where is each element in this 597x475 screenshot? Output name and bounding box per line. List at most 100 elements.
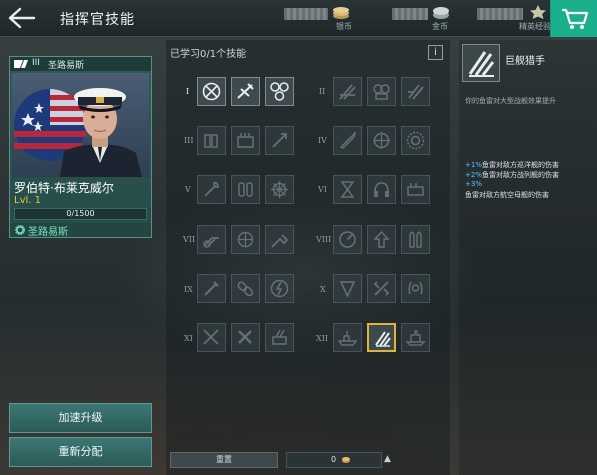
skill-tier12-a[interactable] xyxy=(333,323,362,352)
page-title: 指挥官技能 xyxy=(60,12,135,28)
silver-coin-icon xyxy=(333,7,349,19)
skill-tier4-c[interactable] xyxy=(401,126,430,155)
elite-xp-star-icon xyxy=(530,5,546,19)
skill-tier1-anti-air[interactable] xyxy=(197,77,226,106)
skill-tier11-c[interactable] xyxy=(265,323,294,352)
skill-tier2-aa-mount[interactable] xyxy=(367,77,396,106)
commander-nation: 圣路易斯 xyxy=(48,61,85,71)
skill-tier4-b[interactable] xyxy=(367,126,396,155)
silver-currency: 银币 xyxy=(282,2,352,35)
skill-tier12-giant-hunter[interactable] xyxy=(367,323,396,352)
tier-label-2: II xyxy=(319,87,326,96)
skill-tier3-c[interactable] xyxy=(265,126,294,155)
bonus-line-2: +2%鱼雷对敌方战列舰的伤害 xyxy=(465,170,559,180)
skill-tier9-c[interactable] xyxy=(265,274,294,303)
torpedo-volley-icon xyxy=(375,331,391,347)
skill-tier3-b[interactable] xyxy=(231,126,260,155)
anti-air-icon xyxy=(202,82,221,101)
skill-tier2-guns[interactable] xyxy=(333,77,362,106)
learned-skills-count: 已学习0/1个技能 xyxy=(170,49,247,60)
crosshair-icon xyxy=(373,132,390,149)
gold-coin-icon xyxy=(433,7,449,19)
skill-tier10-c[interactable] xyxy=(401,274,430,303)
reset-button[interactable]: 重置 xyxy=(170,452,278,468)
skill-tier6-a[interactable] xyxy=(333,175,362,204)
gold-label: 金币 xyxy=(432,22,448,31)
missiles-icon xyxy=(408,84,424,100)
rocket-icon xyxy=(272,133,287,148)
xp-text: 0/1500 xyxy=(66,209,95,218)
bonus-text-2: 鱼雷对敌方战列舰的伤害 xyxy=(481,171,559,179)
bonus-value-2: +2% xyxy=(465,171,482,179)
xp-progress-bar: 0/1500 xyxy=(14,208,147,220)
skill-tier1-aircraft[interactable] xyxy=(231,77,260,106)
battleship-icon xyxy=(405,330,426,346)
shop-cart-button[interactable] xyxy=(550,0,597,37)
commander-name: 罗伯特·布莱克威尔 xyxy=(14,181,114,195)
skill-tier3-a[interactable] xyxy=(197,126,226,155)
tier-label-3: III xyxy=(184,136,194,145)
chain-icon xyxy=(237,281,254,297)
skill-tier9-b[interactable] xyxy=(231,274,260,303)
skill-tier10-a[interactable] xyxy=(333,274,362,303)
selected-skill-icon-frame xyxy=(462,44,500,82)
crossed-torpedoes-icon xyxy=(238,330,252,344)
skill-tier5-a[interactable] xyxy=(197,175,226,204)
bonus-line-4: 鱼雷对敌方航空母舰的伤害 xyxy=(465,190,549,200)
skill-tier7-b[interactable] xyxy=(231,225,260,254)
skill-tier9-a[interactable] xyxy=(197,274,226,303)
ship-silhouette-icon xyxy=(337,331,358,346)
up-arrow-ship-icon xyxy=(373,230,390,248)
aa-mount-icon xyxy=(373,84,390,100)
commander-card-header: III 圣路易斯 xyxy=(10,57,151,71)
elite-xp-label: 精英经验 xyxy=(519,22,551,31)
bonus-line-1: +1%鱼雷对敌方巡洋舰的伤害 xyxy=(465,160,559,170)
chevron-up-icon[interactable]: ▲ xyxy=(384,454,391,464)
skill-tier8-a[interactable] xyxy=(333,225,362,254)
info-button[interactable]: i xyxy=(428,45,443,60)
gear-icon xyxy=(15,225,25,235)
skill-tier7-c[interactable] xyxy=(265,225,294,254)
skill-tier2-missiles[interactable] xyxy=(401,77,430,106)
tier-label-4: IV xyxy=(318,136,327,145)
lightning-circle-icon xyxy=(270,279,289,298)
bonus-text-1: 鱼雷对敌方巡洋舰的伤害 xyxy=(481,161,559,169)
accelerate-upgrade-button[interactable]: 加速升级 xyxy=(9,403,152,433)
ammo-crate-icon xyxy=(237,133,254,148)
commander-portrait xyxy=(12,73,149,177)
selected-skill-description: 你的鱼雷对大型战舰效果提升 xyxy=(465,97,556,105)
skill-tier5-b[interactable] xyxy=(231,175,260,204)
skill-tier12-c[interactable] xyxy=(401,323,430,352)
hourglass-icon xyxy=(340,181,355,198)
torpedo-icon xyxy=(204,281,219,296)
skill-tier1-fighters[interactable] xyxy=(265,77,294,106)
bonus-value-1: +1% xyxy=(465,161,482,169)
back-button[interactable] xyxy=(6,4,38,32)
tier-label-8: VIII xyxy=(316,235,332,244)
skill-tier11-b[interactable] xyxy=(231,323,260,352)
bonus-value-3: +3% xyxy=(465,180,482,188)
radio-headset-icon xyxy=(374,182,389,197)
skill-tier10-b[interactable] xyxy=(367,274,396,303)
aa-gun-icon xyxy=(203,237,219,248)
gauge-icon xyxy=(339,231,356,248)
skill-tier11-a[interactable] xyxy=(197,323,226,352)
torpedo-volley-icon xyxy=(468,51,495,77)
target-icon xyxy=(237,231,254,248)
tier-label-12: XII xyxy=(316,334,329,343)
skill-tier4-a[interactable] xyxy=(333,126,362,155)
top-bar: 指挥官技能 银币 金币 精英经验 xyxy=(0,0,597,37)
commander-rank: III xyxy=(32,58,40,68)
torpedo-tubes-icon xyxy=(407,183,424,196)
skill-tier8-c[interactable] xyxy=(401,225,430,254)
skill-tier6-b[interactable] xyxy=(367,175,396,204)
tier-label-5: V xyxy=(185,185,191,194)
tier-label-10: X xyxy=(320,285,326,294)
skill-tier5-c[interactable] xyxy=(265,175,294,204)
skill-tier8-b[interactable] xyxy=(367,225,396,254)
commander-card[interactable]: III 圣路易斯 罗伯特·布莱克威尔 Lvl. 1 0/1500 圣路易斯 xyxy=(9,56,152,238)
skill-tier7-a[interactable] xyxy=(197,225,226,254)
reassign-button[interactable]: 重新分配 xyxy=(9,437,152,467)
wrench-icon xyxy=(204,181,219,197)
skill-tier6-c[interactable] xyxy=(401,175,430,204)
